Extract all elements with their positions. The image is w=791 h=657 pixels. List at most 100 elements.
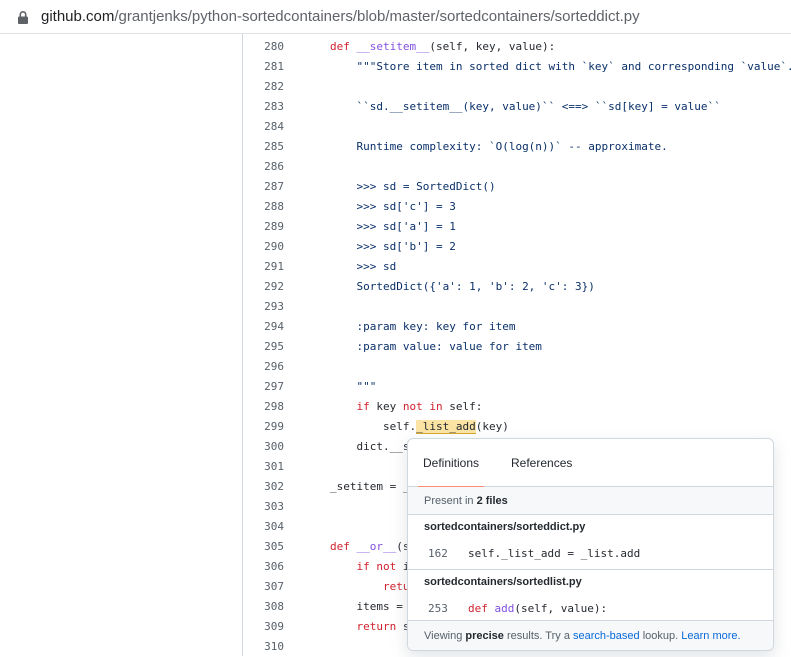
result-line-link[interactable]: 162 self._list_add = _list.add [408,541,773,567]
line-code: """ [356,380,377,393]
present-in-files: Present in 2 files [408,487,773,515]
line-code: >>> sd['a'] = 1 [356,220,456,233]
line-number[interactable]: 288 [244,197,284,217]
line-number[interactable]: 284 [244,117,284,137]
line-number[interactable]: 305 [244,537,284,557]
present-count: 2 files [476,495,508,507]
line-number[interactable]: 307 [244,577,284,597]
code-line: 296 [244,357,791,377]
code-line: 291 >>> sd [244,257,791,277]
line-number[interactable]: 286 [244,157,284,177]
line-number[interactable]: 297 [244,377,284,397]
line-number[interactable]: 296 [244,357,284,377]
learn-more-link[interactable]: Learn more. [681,630,740,642]
code-line: 280 def __setitem__(self, key, value): [244,37,791,57]
result-file-name: sortedcontainers/sorteddict.py [424,521,586,533]
line-code: self._list_add(key) [330,420,509,434]
code-line: 281 """Store item in sorted dict with `k… [244,57,791,77]
line-number[interactable]: 291 [244,257,284,277]
line-number[interactable]: 283 [244,97,284,117]
address-bar[interactable]: github.com/grantjenks/python-sortedconta… [0,0,791,34]
line-number[interactable]: 302 [244,477,284,497]
line-code: if key not in self: [356,400,483,413]
code-line: 298 if key not in self: [244,397,791,417]
code-line: 293 [244,297,791,317]
code-line: 283 ``sd.__setitem__(key, value)`` <==> … [244,97,791,117]
code-line: 285 Runtime complexity: `O(log(n))` -- a… [244,137,791,157]
line-code: :param key: key for item [356,320,516,333]
line-number[interactable]: 309 [244,617,284,637]
line-code: return s [356,620,410,633]
line-number[interactable]: 282 [244,77,284,97]
code-line: 292 SortedDict({'a': 1, 'b': 2, 'c': 3}) [244,277,791,297]
line-number[interactable]: 293 [244,297,284,317]
code-line: 295 :param value: value for item [244,337,791,357]
line-number[interactable]: 303 [244,497,284,517]
line-code: Runtime complexity: `O(log(n))` -- appro… [356,140,668,153]
footer-precise: precise [465,630,504,642]
code-line: 297 """ [244,377,791,397]
line-number[interactable]: 298 [244,397,284,417]
line-number[interactable]: 285 [244,137,284,157]
line-number[interactable]: 299 [244,417,284,437]
search-based-link[interactable]: search-based [573,630,640,642]
line-code: def __or__(s [330,540,410,553]
code-line: 282 [244,77,791,97]
line-code: ``sd.__setitem__(key, value)`` <==> ``sd… [356,100,721,113]
result-line-link[interactable]: 253 def add(self, value): [408,596,773,622]
tab-definitions[interactable]: Definitions [418,439,484,488]
line-number[interactable]: 300 [244,437,284,457]
line-code: >>> sd['b'] = 2 [356,240,456,253]
url-path: /grantjenks/python-sortedcontainers/blob… [114,8,640,25]
result-code: self._list_add = _list.add [468,547,641,560]
line-code: def __setitem__(self, key, value): [330,40,556,53]
present-prefix: Present in [424,495,477,507]
code-line: 294 :param key: key for item [244,317,791,337]
line-code: >>> sd = SortedDict() [356,180,496,193]
line-number[interactable]: 301 [244,457,284,477]
code-line: 290 >>> sd['b'] = 2 [244,237,791,257]
line-code: """Store item in sorted dict with `key` … [356,60,791,73]
code-line: 284 [244,117,791,137]
line-code: retu [382,580,410,593]
code-line: 289 >>> sd['a'] = 1 [244,217,791,237]
file-tree-pane [0,34,243,656]
line-number[interactable]: 280 [244,37,284,57]
line-number[interactable]: 281 [244,57,284,77]
line-number[interactable]: 295 [244,337,284,357]
line-number[interactable]: 290 [244,237,284,257]
line-number[interactable]: 306 [244,557,284,577]
footer-mid: results. Try a [503,630,573,642]
result-code: def add(self, value): [468,602,608,615]
lock-icon[interactable] [16,10,30,25]
footer-mid2: lookup. [639,630,682,642]
line-number[interactable]: 289 [244,217,284,237]
url-text[interactable]: github.com/grantjenks/python-sortedconta… [41,8,640,25]
line-number[interactable]: 292 [244,277,284,297]
line-code: >>> sd['c'] = 3 [356,200,456,213]
result-line-number: 253 [428,602,448,615]
popover-tabs: Definitions References [408,439,773,488]
code-navigation-popover: Definitions References Present in 2 file… [407,438,774,651]
line-code: SortedDict({'a': 1, 'b': 2, 'c': 3}) [356,280,595,293]
code-line: 288 >>> sd['c'] = 3 [244,197,791,217]
line-code: if not i [356,560,410,573]
tab-references[interactable]: References [511,439,572,487]
code-line: 287 >>> sd = SortedDict() [244,177,791,197]
line-number[interactable]: 287 [244,177,284,197]
line-number[interactable]: 310 [244,637,284,657]
code-line: 299 self._list_add(key) [244,417,791,437]
url-host: github.com [41,8,115,25]
line-code: :param value: value for item [356,340,542,353]
line-code: dict.__s [330,440,410,453]
popover-footer: Viewing precise results. Try a search-ba… [408,620,773,650]
result-divider [408,569,773,570]
line-number[interactable]: 304 [244,517,284,537]
line-code: _setitem = _ [330,480,410,493]
line-code: items = [330,600,410,613]
result-line-number: 162 [428,547,448,560]
line-code: >>> sd [356,260,397,273]
result-file-name: sortedcontainers/sortedlist.py [424,576,582,588]
line-number[interactable]: 308 [244,597,284,617]
line-number[interactable]: 294 [244,317,284,337]
